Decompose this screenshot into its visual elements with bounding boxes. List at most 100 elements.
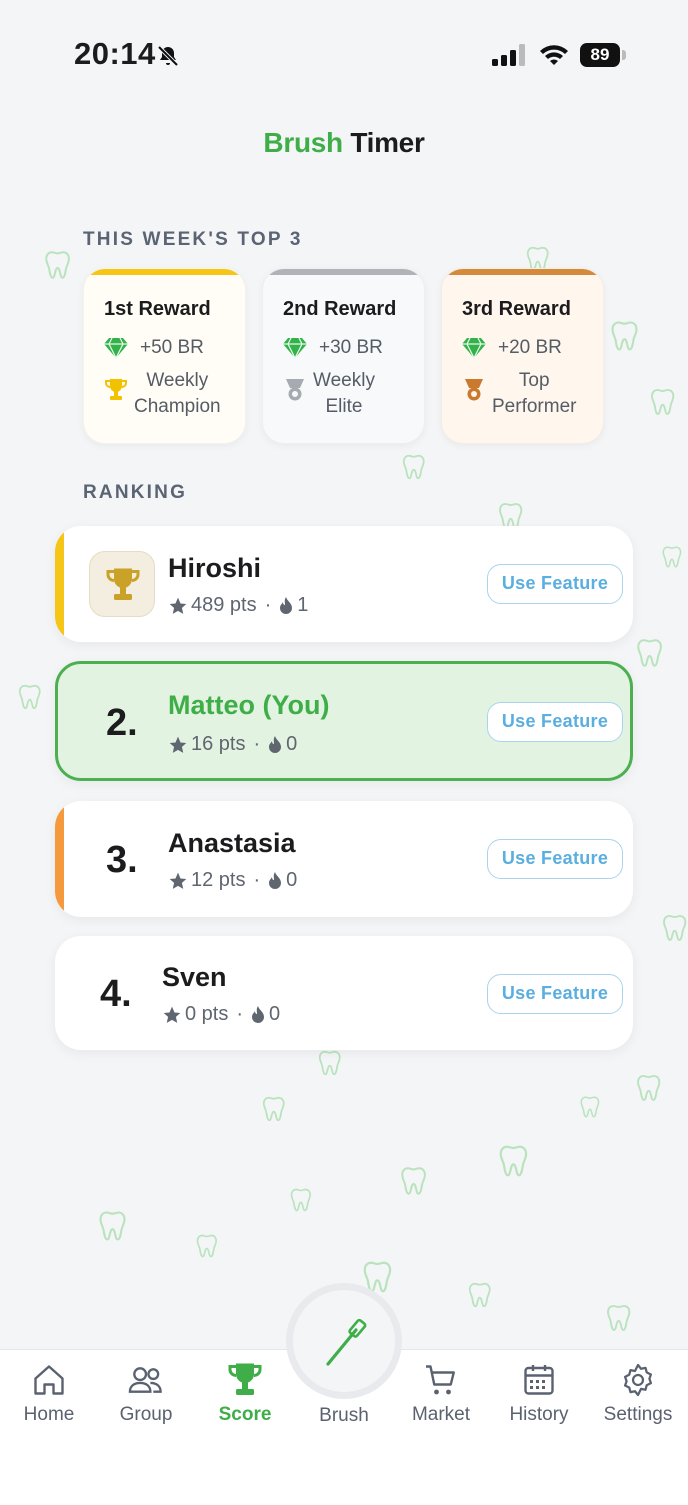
reward-badge-line2: Elite [325,396,363,417]
app-title-accent: Brush [263,127,343,158]
nav-market[interactable]: Market [393,1362,489,1426]
status-time: 20:14 [74,36,156,71]
reward-badge-line2: Performer [492,396,577,417]
nav-settings[interactable]: Settings [590,1362,686,1426]
reward-badge-row: Weekly Champion [104,368,221,420]
tooth-icon [99,1211,126,1241]
player-name: Hiroshi [168,553,262,583]
reward-amount-row: +30 BR [283,337,383,359]
top3-section-label: THIS WEEK'S TOP 3 [83,229,303,250]
player-streak: 0 [286,733,298,755]
player-stats: 12 pts · 0 [168,869,297,892]
nav-history[interactable]: History [491,1362,587,1426]
first-place-badge [89,551,155,617]
player-name: Matteo (You) [168,690,330,720]
reward-title: 3rd Reward [462,298,571,320]
nav-score-active[interactable]: Score [197,1362,293,1426]
silver-medal-icon [286,379,304,401]
reward-accent-bar [263,269,424,275]
flame-icon [280,596,293,614]
reward-amount: +20 BR [498,337,562,358]
cellular-signal-icon [492,44,525,66]
rank-number: 2. [106,702,138,744]
player-stats: 489 pts · 1 [168,594,308,617]
tooth-icon [607,1305,631,1331]
reward-badge-row: Top Performer [462,368,576,420]
tooth-icon [580,1096,600,1118]
nav-label: Settings [603,1404,673,1425]
nav-label: Group [119,1404,173,1425]
ranking-row: Hiroshi 489 pts · 1 Use Feature [55,526,633,642]
reward-badge-line1: Weekly [313,370,375,391]
player-stats: 0 pts · 0 [162,1003,280,1026]
use-feature-button[interactable]: Use Feature [487,974,623,1014]
tooth-icon [663,915,687,941]
player-streak: 0 [269,1003,281,1025]
rank-number: 3. [106,839,138,881]
toothbrush-icon [326,1318,367,1366]
app-title-rest: Timer [350,127,425,158]
tooth-icon [611,321,638,351]
reward-badge-line1: Top [518,370,550,391]
player-points: 16 pts [191,733,246,755]
reward-amount-row: +50 BR [104,337,204,359]
tooth-icon [262,1096,285,1122]
reward-amount: +30 BR [319,337,383,358]
nav-label: History [509,1404,569,1425]
reward-amount: +50 BR [140,337,204,358]
trophy-icon [106,568,140,600]
tooth-icon [637,1075,661,1101]
nav-label: Home [23,1404,75,1425]
nav-group[interactable]: Group [98,1362,194,1426]
gem-icon [104,337,128,359]
gem-icon [462,337,486,359]
player-stats: 16 pts · 0 [168,733,297,756]
ranking-row-current-user: 2. Matteo (You) 16 pts · 0 Use Feature [55,661,633,781]
reward-accent-bar [442,269,603,275]
tooth-icon [45,251,70,279]
flame-icon [252,1005,265,1023]
rank-accent-bar [55,526,64,642]
rank-accent-bar [55,801,64,917]
reward-card-1st: 1st Reward +50 BR Weekly Champion [83,268,246,444]
battery-level: 89 [580,43,620,67]
trophy-icon [228,1363,262,1395]
trophy-icon [105,379,127,400]
tooth-icon [468,1282,491,1308]
player-name: Anastasia [168,828,296,858]
app-title: Brush Timer [0,127,688,159]
reward-card-3rd: 3rd Reward +20 BR Top Performer [441,268,604,444]
nav-home[interactable]: Home [1,1362,97,1426]
calendar-icon [524,1365,554,1395]
gem-icon [283,337,307,359]
star-icon [163,1006,181,1023]
ranking-row: 4. Sven 0 pts · 0 Use Feature [55,936,633,1050]
bell-muted-icon [157,45,179,67]
gear-icon [623,1363,653,1397]
flame-icon [269,735,282,753]
tooth-icon [318,1050,341,1076]
player-points: 0 pts [185,1003,229,1025]
player-streak: 1 [297,594,309,616]
reward-badge-line2: Champion [134,396,221,417]
tooth-icon [18,684,41,710]
wifi-icon [540,45,568,65]
nav-brush-label[interactable]: Brush [296,1405,392,1427]
reward-title: 1st Reward [104,298,211,320]
tooth-icon [401,1167,426,1195]
star-icon [169,597,187,614]
cart-icon [426,1365,455,1395]
player-streak: 0 [286,869,298,891]
reward-card-2nd: 2nd Reward +30 BR Weekly Elite [262,268,425,444]
use-feature-button[interactable]: Use Feature [487,702,623,742]
nav-label: Market [411,1404,471,1425]
home-icon [34,1365,64,1395]
tooth-icon [637,639,662,667]
battery-tip [622,50,626,60]
reward-badge-line1: Weekly [146,370,209,391]
brush-button[interactable] [286,1283,402,1399]
use-feature-button[interactable]: Use Feature [487,564,623,604]
reward-accent-bar [84,269,245,275]
tooth-icon [290,1188,311,1212]
use-feature-button[interactable]: Use Feature [487,839,623,879]
